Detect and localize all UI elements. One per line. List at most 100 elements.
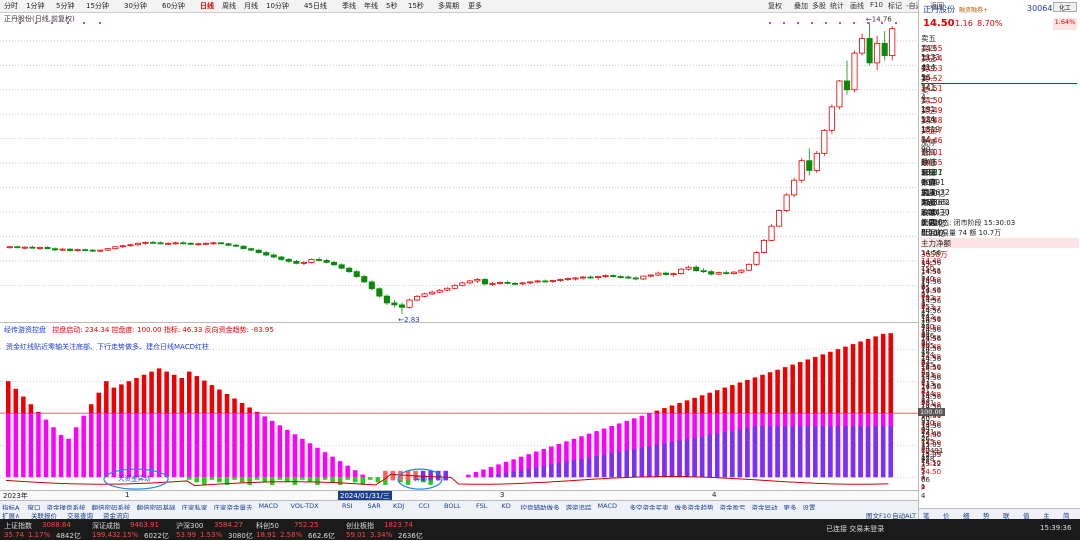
candle[interactable] (36, 246, 43, 250)
candle[interactable] (315, 257, 323, 262)
index-name[interactable]: 创业板指 (346, 521, 374, 531)
timeframe-1[interactable]: 1分钟 (26, 1, 44, 11)
candle[interactable] (534, 279, 541, 283)
toolbar-button-0[interactable]: 复权 (768, 1, 782, 11)
candle[interactable] (429, 290, 436, 296)
indicator-tab-15[interactable]: KD (502, 502, 511, 510)
indicator-tab-9[interactable]: RSI (342, 502, 353, 510)
candle[interactable] (768, 224, 775, 242)
candle[interactable] (587, 275, 594, 279)
candle[interactable] (753, 251, 760, 266)
toolbar-button-4[interactable]: 画线 (850, 1, 864, 11)
candle[interactable] (474, 278, 481, 283)
candle[interactable] (632, 276, 639, 281)
indicator-tab-12[interactable]: CCI (419, 502, 430, 510)
candle[interactable] (760, 238, 768, 254)
candle[interactable] (383, 294, 390, 305)
candlestick-chart[interactable]: ←14.76←2.83 (0, 14, 918, 322)
candle[interactable] (798, 158, 805, 183)
candle[interactable] (481, 278, 488, 286)
candle[interactable] (617, 275, 624, 279)
candle[interactable] (134, 242, 142, 247)
candle[interactable] (700, 268, 707, 274)
toolbar-button-1[interactable]: 叠加 (794, 1, 808, 11)
candle[interactable] (187, 242, 194, 246)
timeframe-5[interactable]: 60分钟 (162, 1, 185, 11)
sector-badge[interactable]: 化工 (1053, 2, 1077, 12)
candle[interactable] (180, 241, 187, 245)
candle[interactable] (346, 266, 353, 274)
candle[interactable] (444, 287, 451, 292)
candle[interactable] (421, 292, 428, 298)
candle[interactable] (398, 302, 406, 314)
candle[interactable] (647, 274, 654, 278)
candle[interactable] (693, 265, 700, 272)
candle[interactable] (127, 243, 134, 247)
candle[interactable] (217, 241, 224, 245)
index-name[interactable]: 沪深300 (176, 521, 203, 531)
timeframe-2[interactable]: 5分钟 (56, 1, 74, 11)
indicator-tab-8[interactable]: VOL-TDX (291, 502, 319, 510)
candle[interactable] (278, 256, 285, 261)
timeframe-9[interactable]: 10分钟 (266, 1, 289, 11)
candle[interactable] (595, 276, 602, 280)
candle[interactable] (300, 261, 307, 266)
candle[interactable] (776, 209, 783, 227)
candle[interactable] (602, 274, 609, 278)
candle[interactable] (745, 263, 752, 272)
candle[interactable] (496, 281, 504, 285)
timeframe-12[interactable]: 年线 (364, 1, 378, 11)
candle[interactable] (715, 271, 722, 276)
candle[interactable] (308, 258, 315, 264)
candle[interactable] (195, 242, 202, 246)
candle[interactable] (67, 248, 74, 252)
candle[interactable] (14, 245, 21, 249)
indicator-tab-18[interactable]: MACD (598, 502, 617, 510)
timeframe-7[interactable]: 周线 (222, 1, 236, 11)
index-name[interactable]: 科创50 (256, 521, 279, 531)
candle[interactable] (640, 275, 647, 280)
candle[interactable] (21, 246, 28, 250)
candle[interactable] (859, 33, 866, 56)
candle[interactable] (6, 246, 13, 249)
indicator-tab-10[interactable]: SAR (368, 502, 381, 510)
candle[interactable] (489, 281, 496, 286)
timeframe-15[interactable]: 多周期 (438, 1, 459, 11)
indicator-chart[interactable]: 天资金异动 异动 (0, 330, 918, 490)
candle[interactable] (572, 277, 579, 281)
timeframe-4[interactable]: 30分钟 (124, 1, 147, 11)
candle[interactable] (881, 31, 888, 61)
candle[interactable] (579, 276, 587, 280)
candle[interactable] (564, 277, 571, 281)
candle[interactable] (542, 279, 549, 283)
candle[interactable] (655, 271, 662, 277)
timeframe-11[interactable]: 季线 (342, 1, 356, 11)
candle[interactable] (368, 280, 375, 291)
candle[interactable] (376, 287, 383, 298)
candle[interactable] (225, 242, 232, 247)
toolbar-button-5[interactable]: F10 (870, 1, 883, 9)
indicator-tab-13[interactable]: BOLL (444, 502, 461, 510)
candle[interactable] (112, 246, 119, 250)
candle[interactable] (557, 278, 564, 282)
candle[interactable] (44, 246, 51, 250)
candle[interactable] (248, 247, 255, 252)
candle[interactable] (806, 148, 813, 176)
timeframe-13[interactable]: 5秒 (386, 1, 397, 11)
timeframe-6[interactable]: 日线 (200, 1, 214, 11)
candle[interactable] (512, 281, 519, 286)
candle[interactable] (97, 249, 104, 253)
candle[interactable] (851, 50, 858, 93)
candle[interactable] (791, 177, 798, 198)
candle[interactable] (708, 270, 715, 276)
candle[interactable] (119, 244, 126, 249)
candle[interactable] (662, 271, 669, 276)
toolbar-button-back[interactable]: 返回 (930, 1, 944, 11)
timeframe-16[interactable]: 更多 (468, 1, 482, 11)
candle[interactable] (836, 80, 843, 110)
candle[interactable] (353, 270, 360, 278)
candle[interactable] (157, 241, 164, 245)
candle[interactable] (414, 295, 421, 301)
candle[interactable] (821, 128, 828, 156)
toolbar-button-3[interactable]: 统计 (830, 1, 844, 11)
